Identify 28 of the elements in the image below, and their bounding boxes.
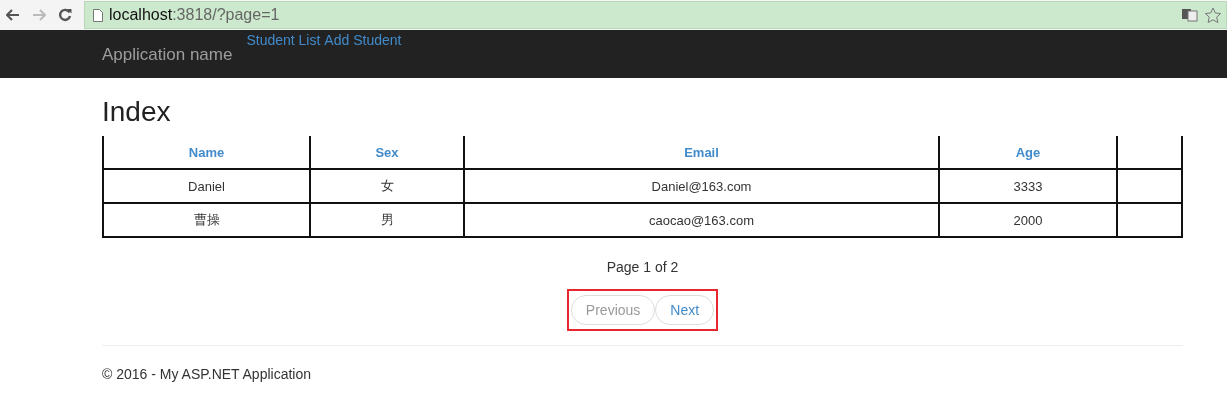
table-cell: caocao@163.com [464,203,939,237]
page-icon [93,8,103,22]
page-info: Page 1 of 2 [605,259,680,275]
nav-link[interactable]: Student List [246,32,321,48]
back-icon[interactable] [6,9,20,21]
table-cell: 女 [310,169,464,203]
column-header[interactable]: Name [103,136,310,169]
table-cell: 3333 [939,169,1117,203]
address-bar[interactable]: localhost:3818/?page=1 [84,1,1227,29]
table-cell [1117,169,1182,203]
reload-icon[interactable] [58,8,72,22]
footer-text: © 2016 - My ASP.NET Application [102,366,313,382]
translate-icon[interactable] [1182,8,1198,22]
table-cell [1117,203,1182,237]
page-heading: Index [102,96,172,128]
column-header[interactable]: Sex [310,136,464,169]
table-cell: Daniel [103,169,310,203]
table-cell: 曹操 [103,203,310,237]
nav-link[interactable]: Add Student [324,32,402,48]
pager-button[interactable]: Next [655,295,715,325]
table-cell: Daniel@163.com [464,169,939,203]
column-header[interactable]: Email [464,136,939,169]
brand-link[interactable]: Application name [102,45,233,65]
table-cell: 男 [310,203,464,237]
table-cell: 2000 [939,203,1117,237]
star-icon[interactable] [1204,6,1222,24]
column-header[interactable] [1117,136,1182,169]
column-header[interactable]: Age [939,136,1117,169]
